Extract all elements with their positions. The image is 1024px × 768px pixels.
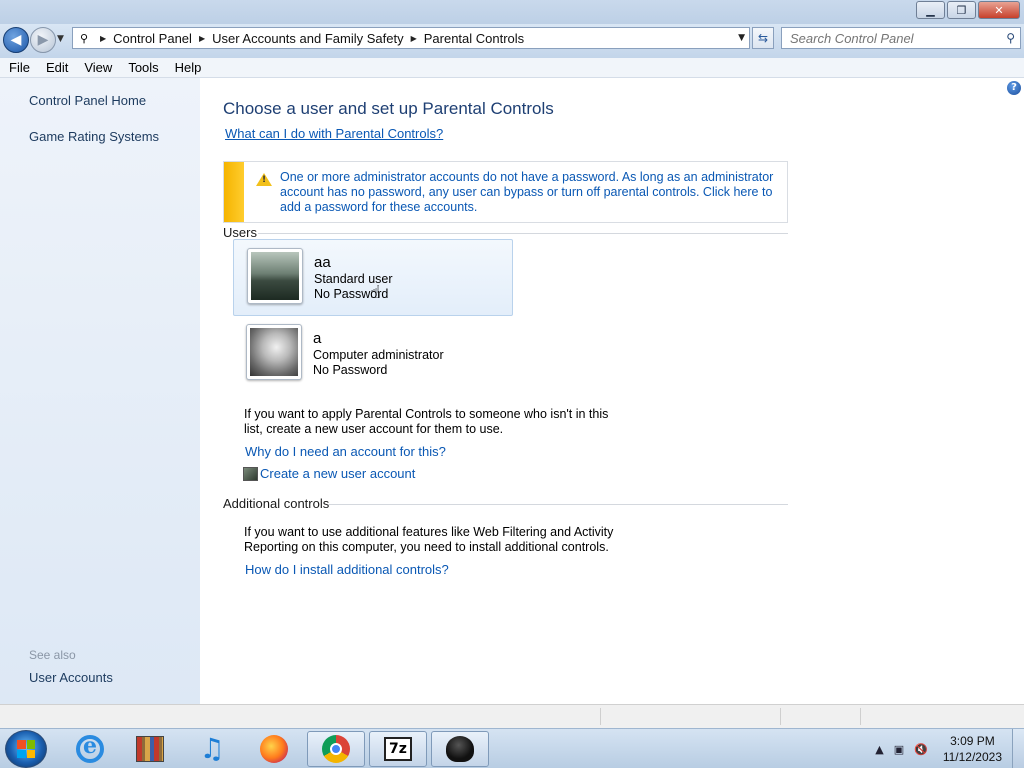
why-account-link[interactable]: Why do I need an account for this?	[245, 444, 446, 459]
user-password-status: No Password	[313, 363, 388, 377]
chevron-right-icon[interactable]: ▶	[411, 34, 417, 43]
taskbar-internet-explorer[interactable]	[61, 731, 119, 767]
user-name: aa	[314, 254, 331, 271]
breadcrumb-control-panel[interactable]: Control Panel	[113, 31, 192, 46]
breadcrumb-parental-controls[interactable]: Parental Controls	[424, 31, 524, 46]
clock[interactable]: 3:09 PM 11/12/2023	[943, 733, 1002, 765]
new-account-text: If you want to apply Parental Controls t…	[244, 407, 609, 436]
music-note-icon: ♫	[199, 732, 225, 765]
status-divider	[860, 708, 861, 725]
menu-edit[interactable]: Edit	[37, 60, 75, 75]
menu-tools[interactable]: Tools	[119, 60, 165, 75]
what-can-i-do-link[interactable]: What can I do with Parental Controls?	[225, 126, 443, 141]
additional-divider	[328, 504, 788, 505]
help-icon[interactable]: ?	[1007, 81, 1021, 95]
library-icon	[136, 736, 164, 762]
control-panel-icon: ⚲	[79, 31, 89, 45]
breadcrumb-user-accounts[interactable]: User Accounts and Family Safety	[212, 31, 403, 46]
user-type: Computer administrator	[313, 348, 444, 362]
start-button[interactable]	[5, 730, 47, 768]
parental-controls-icon	[446, 736, 474, 762]
windows-logo-icon	[17, 740, 35, 758]
menu-view[interactable]: View	[75, 60, 119, 75]
search-icon[interactable]: ⚲	[1006, 31, 1015, 45]
volume-muted-icon[interactable]: 🔇	[914, 743, 928, 756]
chevron-right-icon[interactable]: ▶	[100, 34, 106, 43]
user-accounts-icon	[243, 467, 258, 481]
arrow-left-icon: ◀	[10, 32, 22, 48]
menu-help[interactable]: Help	[166, 60, 209, 75]
taskbar-chrome[interactable]	[307, 731, 365, 767]
status-divider	[600, 708, 601, 725]
title-bar: ▁ ❐ ✕	[0, 0, 1024, 24]
task-pane: Control Panel Home Game Rating Systems S…	[0, 78, 200, 704]
warning-icon: !	[256, 173, 272, 186]
install-controls-link[interactable]: How do I install additional controls?	[245, 562, 449, 577]
status-bar	[0, 704, 1024, 728]
clock-date: 11/12/2023	[942, 750, 1002, 764]
user-tile-a[interactable]: a Computer administrator No Password	[233, 316, 513, 393]
arrow-right-icon: ▶	[37, 32, 49, 48]
search-input[interactable]	[782, 28, 994, 48]
refresh-button[interactable]: ⇆	[752, 27, 774, 49]
forward-button[interactable]: ▶	[30, 27, 56, 53]
7zip-icon: 7z	[384, 737, 412, 761]
main-content: ? Choose a user and set up Parental Cont…	[200, 78, 1024, 704]
network-icon[interactable]: ▣	[894, 743, 904, 756]
warning-text[interactable]: One or more administrator accounts do no…	[280, 170, 780, 215]
user-accounts-link[interactable]: User Accounts	[29, 670, 113, 685]
taskbar: ♫ 7z ▲ ▣ 🔇 3:09 PM 11/12/2023	[0, 728, 1024, 768]
user-avatar	[246, 324, 302, 380]
show-hidden-icons-icon[interactable]: ▲	[875, 743, 883, 756]
taskbar-control-panel[interactable]	[431, 731, 489, 767]
search-box[interactable]: ⚲	[781, 27, 1021, 49]
user-avatar	[247, 248, 303, 304]
additional-controls-heading: Additional controls	[223, 496, 330, 511]
status-divider	[780, 708, 781, 725]
password-warning[interactable]: ! One or more administrator accounts do …	[223, 161, 788, 223]
clock-time: 3:09 PM	[950, 734, 995, 748]
menu-file[interactable]: File	[0, 60, 37, 75]
menu-bar: File Edit View Tools Help	[0, 58, 1024, 78]
taskbar-itunes[interactable]: ♫	[183, 731, 241, 767]
refresh-icon: ⇆	[757, 31, 769, 45]
navigation-bar: ◀ ▶ ▼ ⚲ ▶ Control Panel ▶ User Accounts …	[0, 24, 1024, 58]
maximize-button[interactable]: ❐	[947, 1, 976, 19]
back-button[interactable]: ◀	[3, 27, 29, 53]
game-rating-systems-link[interactable]: Game Rating Systems	[29, 129, 159, 144]
address-dropdown-icon[interactable]: ▼	[738, 33, 745, 43]
recent-pages-dropdown[interactable]: ▼	[57, 34, 64, 44]
taskbar-libraries[interactable]	[121, 731, 179, 767]
taskbar-7zip[interactable]: 7z	[369, 731, 427, 767]
page-title: Choose a user and set up Parental Contro…	[223, 99, 554, 118]
chevron-right-icon[interactable]: ▶	[199, 34, 205, 43]
minimize-button[interactable]: ▁	[916, 1, 945, 19]
firefox-icon	[260, 735, 288, 763]
user-tile-aa[interactable]: aa Standard user No Password	[233, 239, 513, 316]
window-controls: ▁ ❐ ✕	[914, 1, 1020, 19]
create-user-account-link[interactable]: Create a new user account	[260, 466, 415, 481]
user-name: a	[313, 330, 322, 347]
close-button[interactable]: ✕	[978, 1, 1020, 19]
users-divider	[258, 233, 788, 234]
see-also-label: See also	[29, 648, 76, 662]
address-bar[interactable]: ⚲ ▶ Control Panel ▶ User Accounts and Fa…	[72, 27, 750, 49]
users-heading: Users	[223, 225, 257, 240]
warning-bar	[224, 162, 244, 222]
hand-cursor-icon: ☝	[370, 282, 381, 303]
internet-explorer-icon	[76, 733, 104, 763]
system-tray: ▲ ▣ 🔇 3:09 PM 11/12/2023	[870, 729, 1016, 768]
show-desktop-button[interactable]	[1012, 729, 1024, 768]
taskbar-firefox[interactable]	[245, 731, 303, 767]
control-panel-home-link[interactable]: Control Panel Home	[29, 93, 146, 108]
chrome-icon	[322, 735, 350, 763]
additional-controls-text: If you want to use additional features l…	[244, 525, 614, 554]
